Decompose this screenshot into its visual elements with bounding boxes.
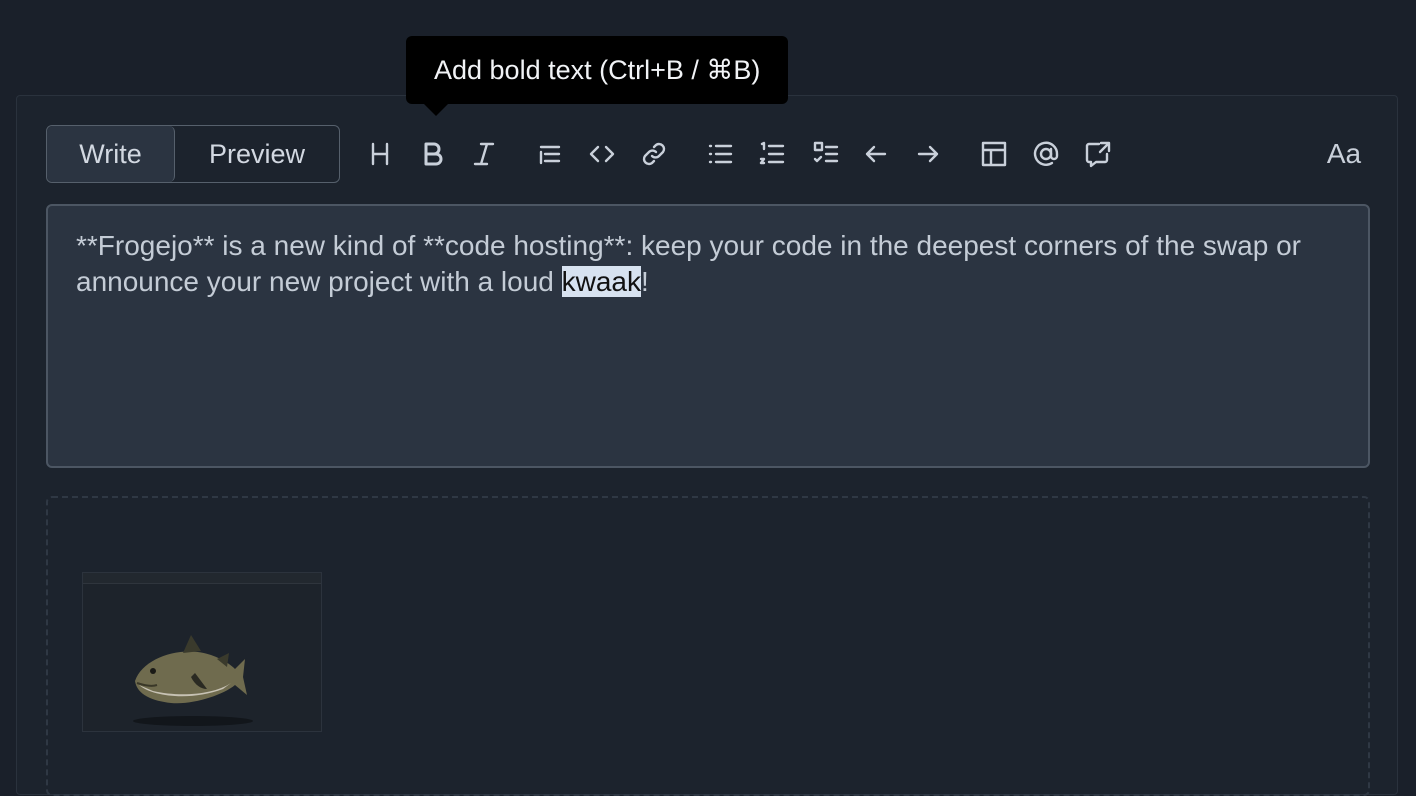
italic-button[interactable] [462, 132, 506, 176]
heading-icon [371, 142, 389, 166]
bold-icon [424, 142, 443, 166]
tab-preview[interactable]: Preview [175, 126, 339, 182]
editor-text: **Frogejo** is a new kind of **code host… [76, 230, 1301, 297]
unordered-list-icon [708, 144, 733, 164]
indent-icon [917, 145, 939, 163]
task-list-icon [813, 141, 839, 163]
editor-text-end: ! [641, 266, 649, 297]
table-button[interactable] [972, 132, 1016, 176]
link-button[interactable] [632, 132, 676, 176]
mention-icon [1033, 141, 1059, 166]
indent-button[interactable] [906, 132, 950, 176]
attachment-thumbnail[interactable] [82, 572, 322, 732]
markdown-textarea[interactable]: **Frogejo** is a new kind of **code host… [46, 204, 1370, 468]
unordered-list-button[interactable] [698, 132, 742, 176]
heading-button[interactable] [358, 132, 402, 176]
reference-button[interactable] [1076, 132, 1120, 176]
reference-icon [1085, 141, 1111, 168]
code-icon [589, 145, 615, 163]
font-toggle-button[interactable]: Aa [1322, 132, 1366, 176]
unindent-button[interactable] [854, 132, 898, 176]
editor-tabs: Write Preview [46, 125, 340, 183]
bold-button[interactable] [410, 132, 454, 176]
bold-tooltip: Add bold text (Ctrl+B / ⌘B) [406, 36, 789, 116]
italic-icon [473, 142, 495, 166]
mention-button[interactable] [1024, 132, 1068, 176]
ordered-list-icon [759, 141, 785, 165]
link-icon [642, 142, 666, 166]
unindent-icon [865, 145, 887, 163]
table-icon [981, 141, 1007, 167]
tab-write[interactable]: Write [47, 126, 175, 182]
ordered-list-button[interactable] [750, 132, 794, 176]
task-list-button[interactable] [804, 132, 848, 176]
selected-text: kwaak [561, 266, 642, 297]
fish-image [133, 635, 253, 726]
code-button[interactable] [580, 132, 624, 176]
quote-icon [539, 145, 561, 165]
quote-button[interactable] [528, 132, 572, 176]
